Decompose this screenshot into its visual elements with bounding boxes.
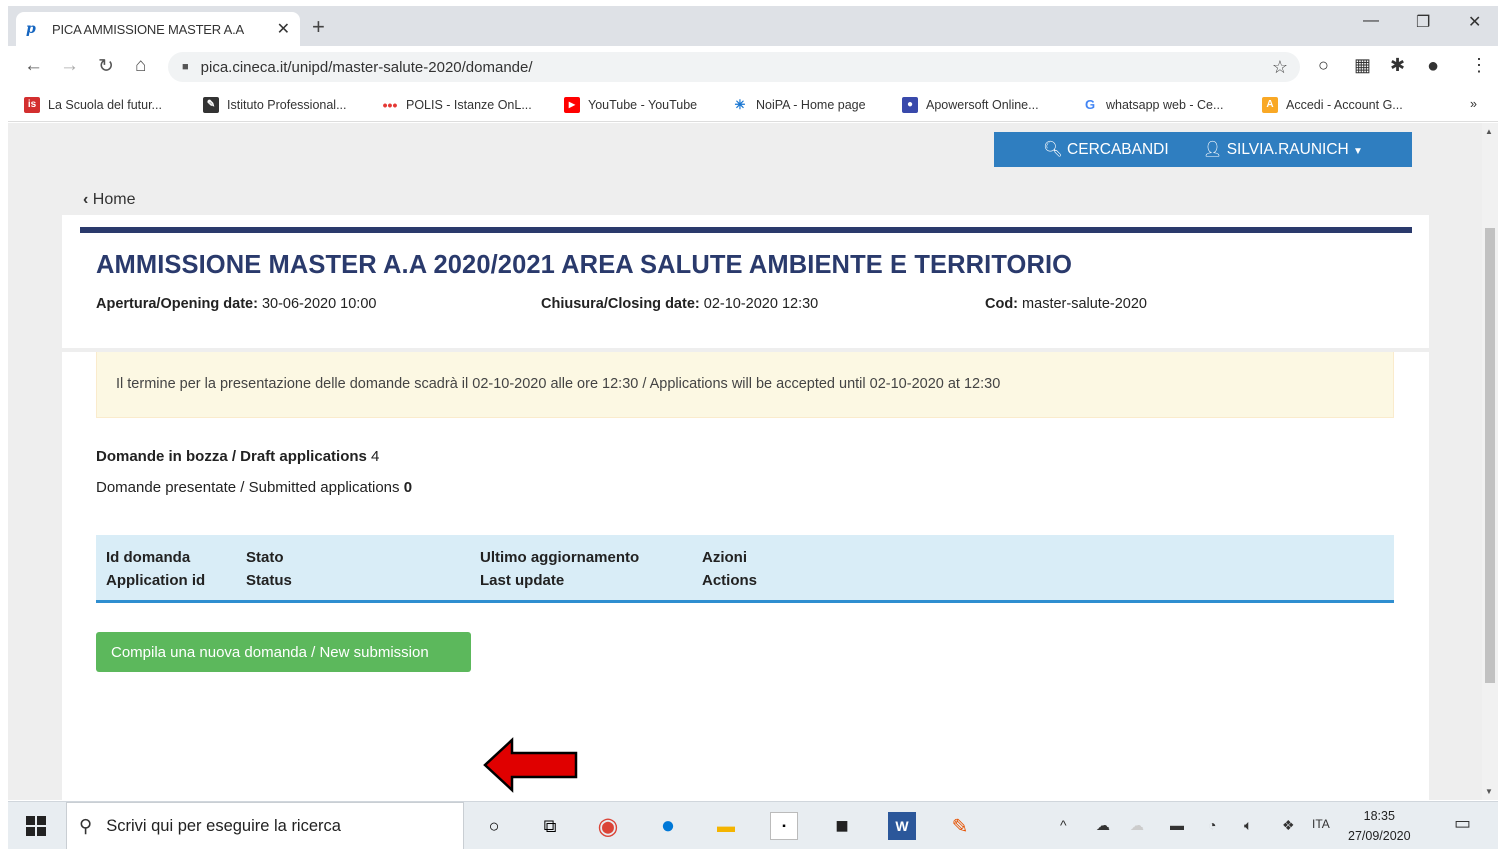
call-code: Cod: master-salute-2020: [985, 296, 1147, 312]
scroll-up-icon[interactable]: ▲: [1485, 127, 1493, 136]
extension-circle-icon[interactable]: ○: [1318, 55, 1329, 76]
edge-icon[interactable]: ●: [654, 812, 682, 840]
red-arrow-annotation: [483, 737, 578, 793]
minimize-icon[interactable]: —: [1363, 12, 1379, 30]
column-header: Stato Status: [246, 549, 292, 589]
column-header: Ultimo aggiornamento Last update: [480, 549, 640, 589]
profile-icon[interactable]: ●: [1427, 55, 1439, 78]
language-indicator[interactable]: ITA: [1312, 817, 1330, 831]
istituto-icon: ✎: [203, 97, 219, 113]
google-icon: G: [1082, 97, 1098, 113]
screenshot-frame: p PICA AMMISSIONE MASTER A.A ✕ + — ❐ ✕ ←…: [0, 0, 1498, 849]
cercabandi-link[interactable]: 🔍︎ CERCABANDI: [1043, 140, 1169, 159]
draft-count: Domande in bozza / Draft applications 4: [96, 448, 380, 465]
close-window-icon[interactable]: ✕: [1468, 12, 1481, 32]
bookmark-item[interactable]: is La Scuola del futur...: [24, 97, 162, 113]
paint-icon[interactable]: ✎: [946, 812, 974, 840]
column-header: Id domanda Application id: [106, 549, 206, 589]
cloud-icon[interactable]: ☁: [1130, 817, 1144, 834]
bookmark-item[interactable]: ✳ NoiPA - Home page: [732, 97, 866, 113]
restore-icon[interactable]: ❐: [1416, 12, 1430, 32]
tray-chevron-icon[interactable]: ^: [1060, 817, 1067, 833]
bookmarks-bar: is La Scuola del futur... ✎ Istituto Profe…: [8, 88, 1498, 122]
home-link[interactable]: ‹ Home: [83, 191, 135, 209]
caret-down-icon: ▼: [1353, 146, 1363, 157]
bookmark-item[interactable]: Gwhatsapp web - Ce...: [1082, 97, 1223, 113]
notepad-icon[interactable]: ▪: [770, 812, 798, 840]
extension-grid-icon[interactable]: ▦: [1354, 55, 1371, 76]
bookmark-item[interactable]: ▶ YouTube - YouTube: [564, 97, 697, 113]
task-view-icon[interactable]: ⧉: [536, 812, 564, 840]
search-icon: ⚲: [79, 815, 93, 836]
chrome-icon[interactable]: ◉: [594, 812, 622, 840]
windows-start-icon[interactable]: [26, 816, 46, 836]
top-nav: 🔍︎ CERCABANDI 👤︎ SILVIA.RAUNICH ▼: [994, 132, 1412, 167]
scroll-thumb[interactable]: [1485, 228, 1495, 683]
menu-kebab-icon[interactable]: ⋮: [1470, 55, 1488, 76]
notifications-icon[interactable]: ▭: [1454, 813, 1471, 834]
pica-favicon-icon: p: [26, 21, 36, 37]
web-page: 🔍︎ CERCABANDI 👤︎ SILVIA.RAUNICH ▼ ‹ Home…: [8, 123, 1482, 800]
dropbox-icon[interactable]: ❖: [1282, 817, 1295, 834]
bookmark-item[interactable]: A Accedi - Account G...: [1262, 97, 1403, 113]
column-header: Azioni Actions: [702, 549, 758, 589]
close-tab-icon[interactable]: ✕: [277, 19, 290, 39]
lock-icon: ■: [182, 61, 189, 73]
browser-tab[interactable]: p PICA AMMISSIONE MASTER A.A ✕: [16, 12, 300, 46]
user-icon: 👤︎: [1202, 141, 1223, 158]
user-menu[interactable]: 👤︎ SILVIA.RAUNICH ▼: [1203, 140, 1363, 159]
accedi-icon: A: [1262, 97, 1278, 113]
wifi-icon[interactable]: ◔: [1208, 817, 1216, 833]
youtube-icon: ▶: [564, 97, 580, 113]
clock[interactable]: 18:35 27/09/2020: [1348, 806, 1411, 846]
page-title: AMMISSIONE MASTER A.A 2020/2021 AREA SAL…: [96, 251, 1073, 279]
search-placeholder: Scrivi qui per eseguire la ricerca: [106, 816, 341, 835]
bookmark-item[interactable]: ✎ Istituto Professional...: [203, 97, 347, 113]
browser-window: p PICA AMMISSIONE MASTER A.A ✕ + — ❐ ✕ ←…: [8, 6, 1498, 800]
more-bookmarks-icon[interactable]: »: [1470, 97, 1477, 111]
bookmark-item[interactable]: ••• POLIS - Istanze OnL...: [382, 97, 532, 113]
windows-taskbar: ⚲ Scrivi qui per eseguire la ricerca ○ ⧉…: [8, 801, 1498, 849]
call-header-card: AMMISSIONE MASTER A.A 2020/2021 AREA SAL…: [62, 215, 1429, 348]
navigation-bar: ← → ↻ ⌂ ■ pica.cineca.it/unipd/master-sa…: [8, 46, 1498, 88]
address-bar[interactable]: ■ pica.cineca.it/unipd/master-salute-202…: [168, 52, 1300, 82]
extensions-puzzle-icon[interactable]: ✱: [1390, 55, 1405, 76]
tab-strip: p PICA AMMISSIONE MASTER A.A ✕ + — ❐ ✕: [8, 6, 1498, 46]
deadline-alert: Il termine per la presentazione delle do…: [96, 352, 1394, 418]
polis-icon: •••: [382, 97, 398, 113]
forward-icon[interactable]: →: [60, 55, 79, 77]
scroll-down-icon[interactable]: ▼: [1485, 787, 1493, 796]
new-tab-icon[interactable]: +: [312, 14, 325, 40]
closing-date: Chiusura/Closing date: 02-10-2020 12:30: [541, 296, 819, 312]
applications-table-header: Id domanda Application id Stato Status Ult…: [96, 535, 1394, 603]
submitted-count: Domande presentate / Submitted applicati…: [96, 479, 413, 496]
battery-icon[interactable]: ▬: [1170, 817, 1184, 833]
volume-icon[interactable]: 🔈︎: [1244, 817, 1252, 834]
chevron-left-icon: ‹: [83, 191, 89, 208]
file-explorer-icon[interactable]: ▬: [712, 812, 740, 840]
noipa-icon: ✳: [732, 97, 748, 113]
reload-icon[interactable]: ↻: [98, 55, 114, 78]
accent-bar: [80, 227, 1412, 233]
onedrive-icon[interactable]: ☁: [1096, 817, 1110, 834]
apowersoft-icon: ●: [902, 97, 918, 113]
scuola-icon: is: [24, 97, 40, 113]
url-text: pica.cineca.it/unipd/master-salute-2020/…: [200, 58, 533, 76]
applications-card: Il termine per la presentazione delle do…: [62, 352, 1429, 800]
new-submission-button[interactable]: Compila una nuova domanda / New submissi…: [96, 632, 471, 672]
bookmark-item[interactable]: ● Apowersoft Online...: [902, 97, 1039, 113]
page-scrollbar[interactable]: ▲ ▼: [1482, 123, 1498, 800]
bookmark-star-icon[interactable]: ☆: [1272, 57, 1288, 78]
store-icon[interactable]: ■: [828, 812, 856, 840]
home-icon[interactable]: ⌂: [135, 55, 146, 77]
taskbar-search[interactable]: ⚲ Scrivi qui per eseguire la ricerca: [66, 802, 464, 849]
search-icon: 🔍︎: [1043, 141, 1063, 158]
cortana-icon[interactable]: ○: [480, 812, 508, 840]
word-icon[interactable]: W: [888, 812, 916, 840]
back-icon[interactable]: ←: [24, 55, 43, 77]
tab-title: PICA AMMISSIONE MASTER A.A: [52, 21, 245, 37]
opening-date: Apertura/Opening date: 30-06-2020 10:00: [96, 296, 377, 312]
